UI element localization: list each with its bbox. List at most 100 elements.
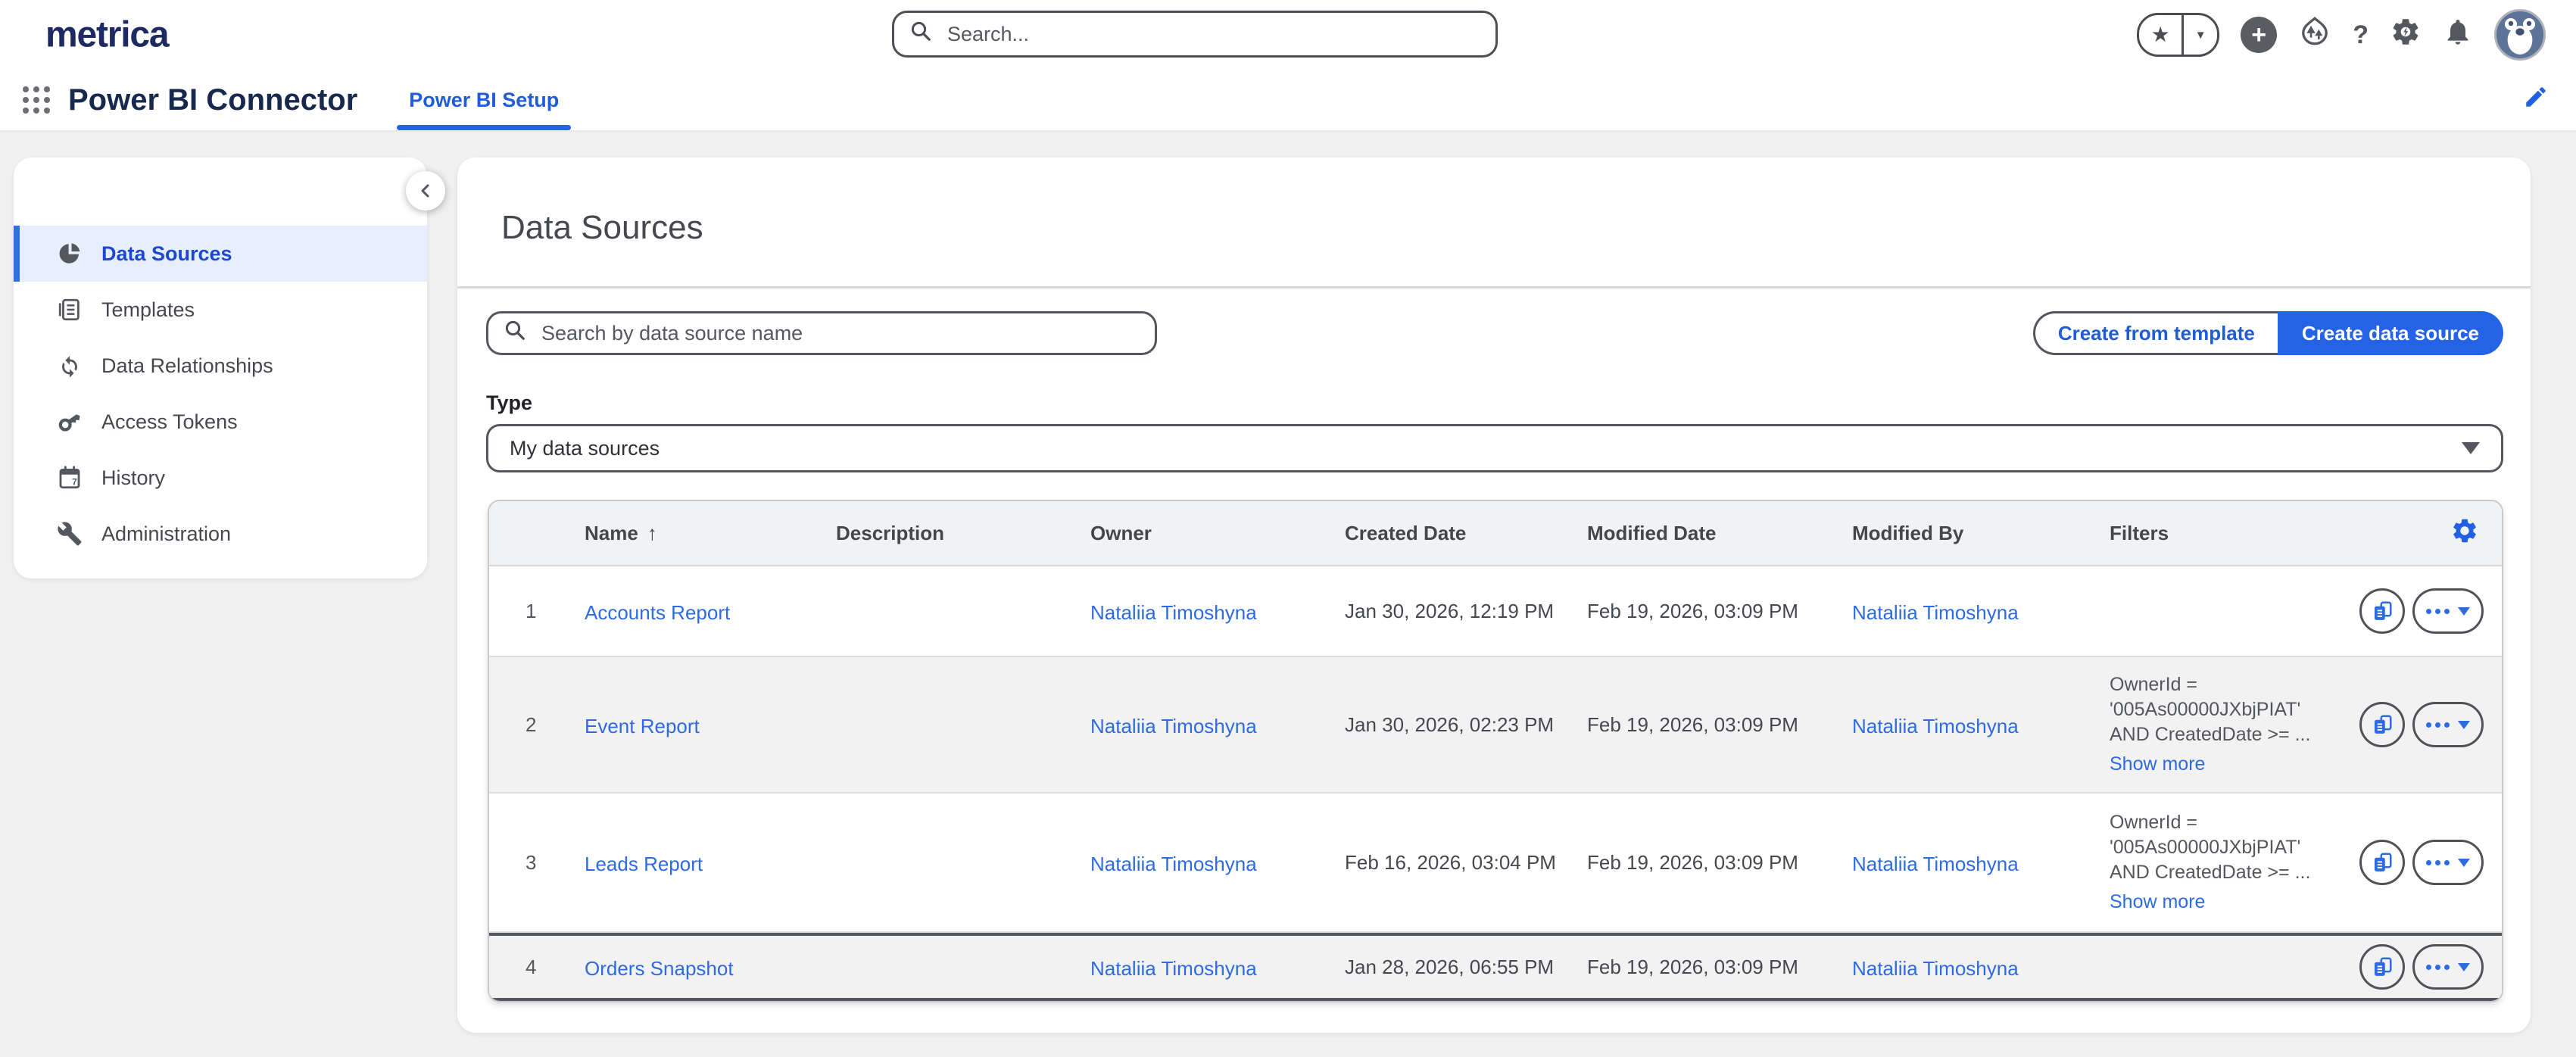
- table-row: 1 Accounts Report Nataliia Timoshyna Jan…: [489, 566, 2502, 657]
- create-from-template-button[interactable]: Create from template: [2033, 311, 2278, 355]
- global-search-input[interactable]: [944, 21, 1480, 48]
- type-select-value: My data sources: [510, 437, 2462, 460]
- sidebar-item-administration[interactable]: Administration: [14, 506, 427, 562]
- create-button[interactable]: +: [2241, 17, 2277, 53]
- sidebar-item-data-relationships[interactable]: Data Relationships: [14, 338, 427, 394]
- column-header-modified-by[interactable]: Modified By: [1852, 522, 2110, 545]
- data-source-name-link[interactable]: Orders Snapshot: [585, 957, 734, 980]
- column-header-description[interactable]: Description: [836, 522, 1090, 545]
- ellipsis-icon: [2426, 609, 2431, 614]
- modified-date-cell: Feb 19, 2026, 03:09 PM: [1587, 851, 1852, 875]
- row-number: 1: [489, 600, 585, 623]
- type-filter-label: Type: [486, 391, 2531, 415]
- edit-pencil-icon[interactable]: [2523, 84, 2549, 116]
- modified-by-link[interactable]: Nataliia Timoshyna: [1852, 853, 2019, 875]
- user-avatar[interactable]: [2494, 9, 2546, 61]
- chevron-down-icon: [2458, 963, 2470, 971]
- show-more-link[interactable]: Show more: [2110, 752, 2341, 777]
- sidebar-item-templates[interactable]: Templates: [14, 282, 427, 338]
- duplicate-button[interactable]: [2359, 840, 2405, 885]
- chevron-down-icon: [2458, 721, 2470, 729]
- sidebar-item-label: Access Tokens: [101, 410, 238, 434]
- sync-icon: [56, 352, 83, 379]
- star-icon[interactable]: ★: [2139, 15, 2181, 55]
- row-menu-button[interactable]: [2412, 944, 2484, 990]
- apps-grid-icon[interactable]: [23, 86, 50, 114]
- row-menu-button[interactable]: [2412, 702, 2484, 747]
- bear-avatar-icon: [2496, 11, 2543, 58]
- table-settings-cell: [2359, 516, 2502, 550]
- search-icon: [504, 319, 526, 348]
- wrench-icon: [56, 520, 83, 547]
- notifications-bell-icon[interactable]: [2443, 17, 2473, 53]
- sidebar-item-access-tokens[interactable]: Access Tokens: [14, 394, 427, 450]
- column-header-name[interactable]: Name ↑: [585, 522, 836, 545]
- pie-chart-icon: [56, 240, 83, 267]
- data-source-name-link[interactable]: Leads Report: [585, 853, 703, 875]
- svg-text:7: 7: [72, 476, 77, 487]
- favorites-split-button[interactable]: ★ ▼: [2137, 13, 2219, 57]
- modified-by-link[interactable]: Nataliia Timoshyna: [1852, 601, 2019, 624]
- calendar-icon: 7: [56, 464, 83, 491]
- column-header-created-date[interactable]: Created Date: [1345, 522, 1587, 545]
- owner-link[interactable]: Nataliia Timoshyna: [1090, 601, 1257, 624]
- row-menu-button[interactable]: [2412, 840, 2484, 885]
- datasource-search-input[interactable]: [538, 320, 1140, 347]
- created-date-cell: Jan 28, 2026, 06:55 PM: [1345, 956, 1587, 979]
- duplicate-button[interactable]: [2359, 702, 2405, 747]
- sidebar: Data Sources Templates Data Relationship…: [14, 157, 427, 578]
- sidebar-item-data-sources[interactable]: Data Sources: [14, 226, 427, 282]
- table-header-row: Name ↑ Description Owner Created Date Mo…: [489, 501, 2502, 566]
- plus-icon: +: [2251, 22, 2266, 48]
- brand-logo: metrica: [45, 14, 168, 56]
- created-date-cell: Feb 16, 2026, 03:04 PM: [1345, 851, 1587, 875]
- data-source-name-link[interactable]: Accounts Report: [585, 601, 730, 624]
- whats-new-icon[interactable]: [2298, 15, 2331, 55]
- row-actions: [2359, 702, 2502, 747]
- copy-icon: [2371, 712, 2394, 737]
- table-row: 3 Leads Report Nataliia Timoshyna Feb 16…: [489, 794, 2502, 933]
- global-search[interactable]: [892, 11, 1498, 58]
- sidebar-item-history[interactable]: 7 History: [14, 450, 427, 506]
- duplicate-button[interactable]: [2359, 944, 2405, 990]
- owner-link[interactable]: Nataliia Timoshyna: [1090, 715, 1257, 737]
- settings-gear-icon[interactable]: [2390, 16, 2422, 54]
- tab-power-bi-setup[interactable]: Power BI Setup: [409, 70, 559, 130]
- owner-link[interactable]: Nataliia Timoshyna: [1090, 957, 1257, 980]
- column-header-modified-date[interactable]: Modified Date: [1587, 522, 1852, 545]
- ellipsis-icon: [2426, 965, 2431, 970]
- help-icon[interactable]: ?: [2353, 20, 2369, 50]
- data-sources-table: Name ↑ Description Owner Created Date Mo…: [488, 500, 2503, 1002]
- section-title: Data Sources: [457, 157, 2531, 247]
- row-number: 4: [489, 956, 585, 979]
- modified-by-link[interactable]: Nataliia Timoshyna: [1852, 715, 2019, 737]
- sidebar-item-label: Administration: [101, 522, 231, 546]
- show-more-link[interactable]: Show more: [2110, 890, 2341, 915]
- chevron-down-icon: [2458, 859, 2470, 867]
- owner-link[interactable]: Nataliia Timoshyna: [1090, 853, 1257, 875]
- sidebar-collapse-button[interactable]: [406, 171, 445, 210]
- modified-by-link[interactable]: Nataliia Timoshyna: [1852, 957, 2019, 980]
- page-title: Power BI Connector: [68, 83, 357, 117]
- type-select[interactable]: My data sources: [486, 424, 2503, 472]
- row-actions: [2359, 944, 2502, 990]
- column-header-filters[interactable]: Filters: [2110, 522, 2359, 545]
- data-source-name-link[interactable]: Event Report: [585, 715, 700, 737]
- page-body: Data Sources Templates Data Relationship…: [0, 132, 2576, 1055]
- chevron-down-icon[interactable]: ▼: [2184, 29, 2217, 42]
- row-actions: [2359, 840, 2502, 885]
- created-date-cell: Jan 30, 2026, 12:19 PM: [1345, 600, 1587, 623]
- created-date-cell: Jan 30, 2026, 02:23 PM: [1345, 713, 1587, 737]
- row-menu-button[interactable]: [2412, 588, 2484, 634]
- copy-icon: [2371, 599, 2394, 623]
- chevron-down-icon: [2458, 607, 2470, 616]
- duplicate-button[interactable]: [2359, 588, 2405, 634]
- modified-date-cell: Feb 19, 2026, 03:09 PM: [1587, 600, 1852, 623]
- app-bar: Power BI Connector Power BI Setup: [0, 70, 2576, 132]
- sidebar-nav: Data Sources Templates Data Relationship…: [14, 226, 427, 562]
- create-data-source-button[interactable]: Create data source: [2278, 311, 2503, 355]
- column-header-owner[interactable]: Owner: [1090, 522, 1345, 545]
- datasource-search[interactable]: [486, 311, 1157, 355]
- sort-ascending-icon[interactable]: ↑: [647, 522, 657, 545]
- table-settings-gear-icon[interactable]: [2450, 516, 2479, 550]
